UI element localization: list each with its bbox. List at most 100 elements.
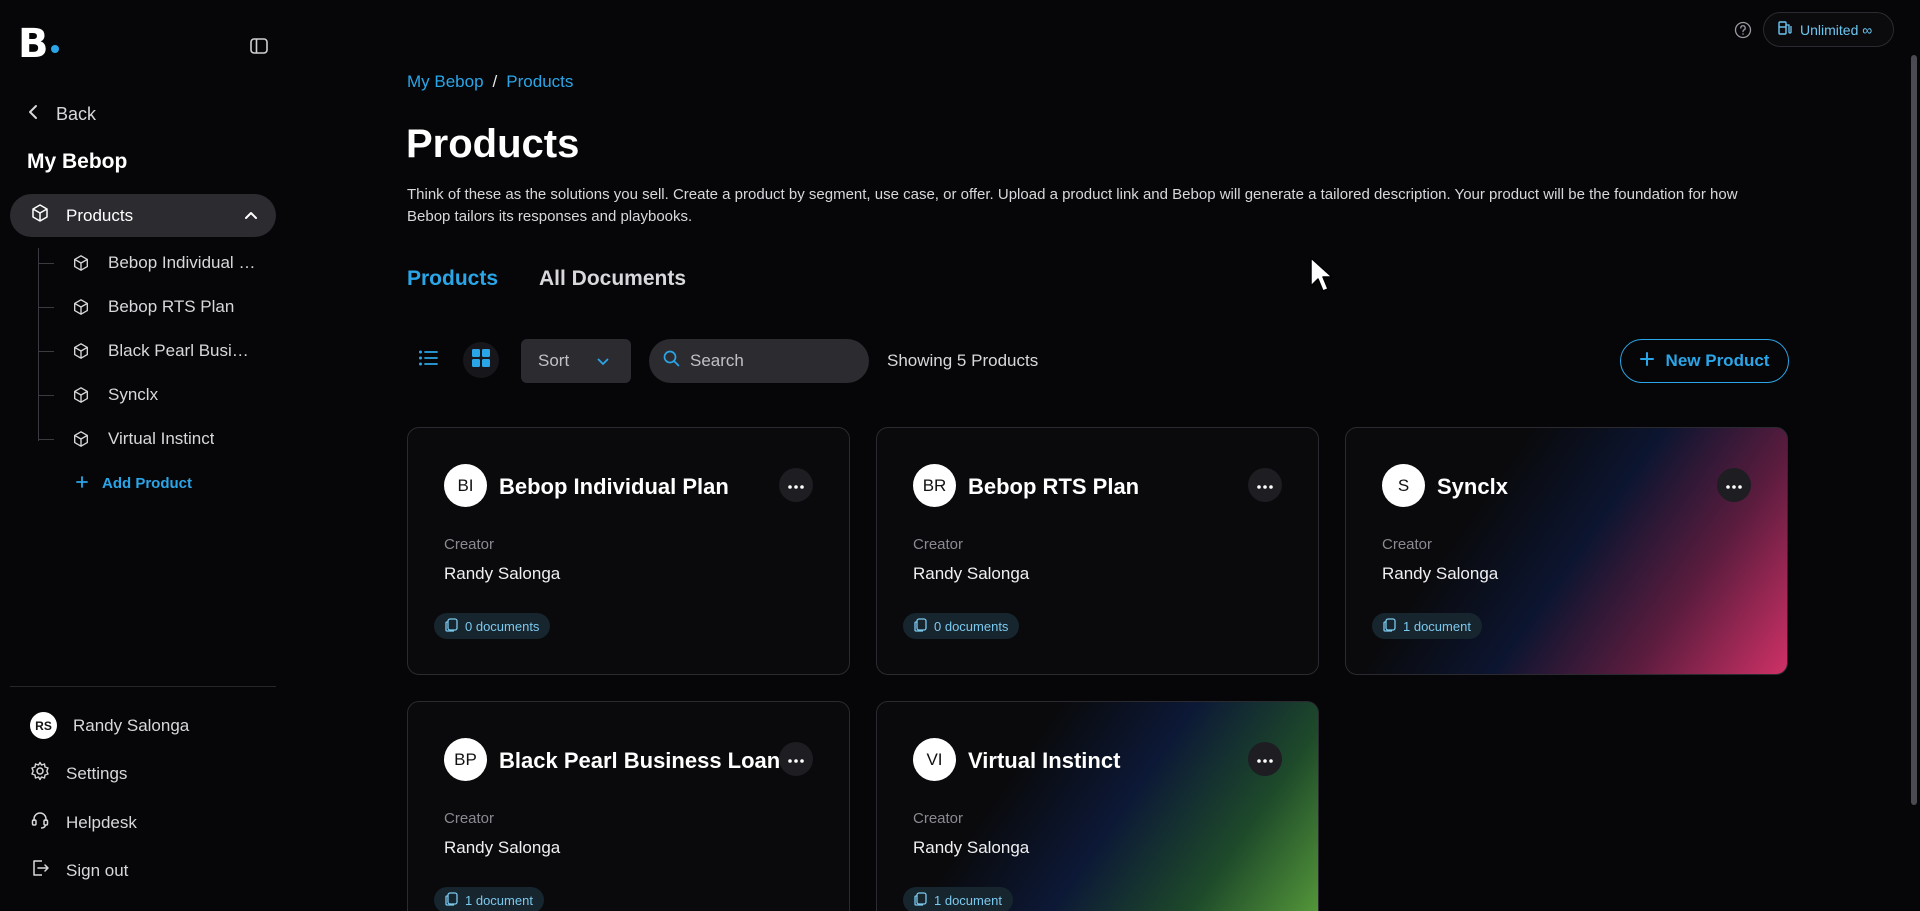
list-view-button[interactable]	[410, 342, 446, 378]
add-product-link[interactable]: Add Product	[76, 472, 192, 494]
sidebar-subitem[interactable]: Virtual Instinct	[38, 422, 273, 456]
cube-icon	[30, 203, 50, 228]
settings-link[interactable]: Settings	[30, 761, 127, 786]
back-label: Back	[56, 103, 97, 124]
creator-name: Randy Salonga	[1382, 564, 1499, 583]
more-options-button[interactable]	[779, 468, 813, 502]
sidebar-subitem-label: Virtual Instinct	[108, 429, 215, 448]
sidebar-subitem-label: Synclx	[108, 385, 159, 404]
app-root: B Back My Bebop Products Bebop Individua…	[0, 0, 1920, 911]
tab-all-documents[interactable]: All Documents	[539, 267, 686, 291]
mouse-cursor-icon	[1309, 256, 1335, 299]
more-options-button[interactable]	[1248, 742, 1282, 776]
more-options-button[interactable]	[1248, 468, 1282, 502]
product-title[interactable]: Bebop RTS Plan	[968, 474, 1139, 500]
document-count: 0 documents	[465, 618, 540, 634]
product-title[interactable]: Synclx	[1437, 474, 1508, 500]
plus-icon	[1639, 351, 1654, 371]
sidebar-item-products[interactable]: Products	[10, 194, 276, 237]
bebop-logo[interactable]: B	[18, 21, 66, 67]
sidebar-divider	[10, 686, 276, 687]
product-avatar: BP	[444, 738, 487, 781]
new-product-button[interactable]: New Product	[1620, 339, 1789, 383]
sidebar-subitem[interactable]: Bebop Individual Plan	[38, 246, 273, 280]
creator-label: Creator	[913, 536, 964, 553]
document-icon	[1383, 617, 1397, 635]
document-count-badge: 0 documents	[434, 613, 551, 639]
sidebar-subitem-label: Black Pearl Business Loans	[108, 341, 256, 360]
document-count-badge: 1 document	[903, 887, 1013, 911]
user-profile[interactable]: RS Randy Salonga	[30, 712, 189, 739]
ellipsis-icon	[1257, 476, 1273, 494]
product-avatar: VI	[913, 738, 956, 781]
page-description: Think of these as the solutions you sell…	[407, 186, 1738, 225]
search-box[interactable]	[649, 339, 869, 383]
ellipsis-icon	[1726, 476, 1742, 494]
results-count: Showing 5 Products	[887, 351, 1039, 370]
sidebar-subitem[interactable]: Synclx	[38, 378, 273, 412]
breadcrumb-products[interactable]: Products	[506, 72, 573, 92]
back-button[interactable]: Back	[28, 100, 96, 128]
product-avatar: BI	[444, 464, 487, 507]
document-icon	[445, 617, 459, 635]
product-card[interactable]: BI Bebop Individual Plan Creator Randy S…	[407, 427, 850, 675]
product-title[interactable]: Black Pearl Business Loans	[499, 748, 792, 774]
product-title[interactable]: Virtual Instinct	[968, 748, 1120, 774]
sidebar-subitem-label: Bebop RTS Plan	[108, 297, 235, 316]
product-card[interactable]: BR Bebop RTS Plan Creator Randy Salonga …	[876, 427, 1319, 675]
headset-icon	[30, 810, 50, 835]
gear-icon	[30, 761, 50, 786]
sidebar-section-title: My Bebop	[27, 150, 128, 173]
cube-icon	[72, 430, 90, 448]
new-product-label: New Product	[1665, 351, 1770, 370]
sign-out-link[interactable]: Sign out	[30, 858, 128, 883]
breadcrumb: My Bebop / Products	[407, 72, 573, 92]
search-input[interactable]	[690, 351, 850, 371]
chevron-left-icon	[28, 104, 38, 125]
chevron-up-icon[interactable]	[244, 207, 258, 225]
plan-usage-badge[interactable]: Unlimited ∞	[1763, 12, 1894, 47]
chevron-down-icon	[597, 351, 609, 371]
document-icon	[914, 891, 928, 909]
product-card[interactable]: S Synclx Creator Randy Salonga 1 documen…	[1345, 427, 1788, 675]
creator-name: Randy Salonga	[444, 564, 561, 583]
page-title: Products	[406, 122, 580, 166]
breadcrumb-my-bebop[interactable]: My Bebop	[407, 72, 484, 92]
document-icon	[445, 891, 459, 909]
user-name: Randy Salonga	[73, 715, 190, 735]
sort-dropdown[interactable]: Sort	[521, 339, 631, 383]
sign-out-icon	[30, 858, 50, 883]
sign-out-label: Sign out	[66, 860, 129, 880]
help-icon[interactable]	[1734, 21, 1752, 39]
page-scrollbar[interactable]	[1911, 55, 1917, 805]
grid-icon	[471, 348, 491, 373]
sidebar-item-label: Products	[66, 205, 134, 225]
search-icon	[663, 350, 680, 372]
creator-label: Creator	[1382, 536, 1433, 553]
ellipsis-icon	[788, 750, 804, 768]
more-options-button[interactable]	[779, 742, 813, 776]
document-count: 1 document	[465, 892, 533, 908]
logo-letter: B	[18, 21, 48, 67]
cube-icon	[72, 254, 90, 272]
creator-name: Randy Salonga	[913, 564, 1030, 583]
product-avatar: BR	[913, 464, 956, 507]
sidebar-subitem[interactable]: Bebop RTS Plan	[38, 290, 273, 324]
creator-label: Creator	[444, 810, 495, 827]
settings-label: Settings	[66, 763, 128, 783]
product-avatar: S	[1382, 464, 1425, 507]
ellipsis-icon	[788, 476, 804, 494]
sidebar-subitem[interactable]: Black Pearl Business Loans	[38, 334, 273, 368]
creator-label: Creator	[444, 536, 495, 553]
helpdesk-label: Helpdesk	[66, 812, 137, 832]
product-card[interactable]: VI Virtual Instinct Creator Randy Salong…	[876, 701, 1319, 911]
more-options-button[interactable]	[1717, 468, 1751, 502]
add-product-label: Add Product	[102, 474, 192, 492]
sidebar-toggle-icon[interactable]	[248, 35, 270, 57]
tab-products[interactable]: Products	[407, 267, 498, 291]
ellipsis-icon	[1257, 750, 1273, 768]
product-card[interactable]: BP Black Pearl Business Loans Creator Ra…	[407, 701, 850, 911]
grid-view-button[interactable]	[463, 342, 499, 378]
product-title[interactable]: Bebop Individual Plan	[499, 474, 729, 500]
helpdesk-link[interactable]: Helpdesk	[30, 810, 137, 835]
